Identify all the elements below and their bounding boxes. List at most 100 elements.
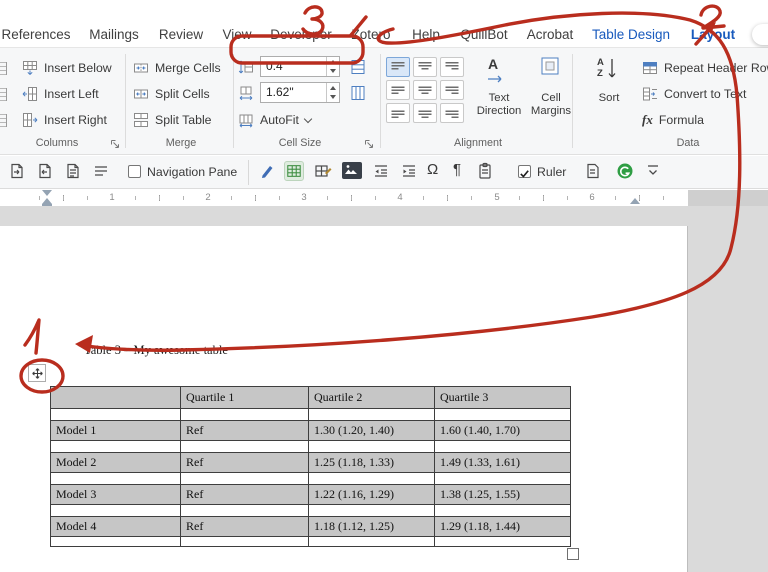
text-direction-icon[interactable]: [486, 74, 506, 84]
sort-button[interactable]: A Z: [597, 57, 617, 81]
table-cell[interactable]: 1.60 (1.40, 1.70): [434, 420, 571, 441]
view-gridlines-button[interactable]: [284, 161, 304, 181]
text-direction-label-2[interactable]: Direction: [477, 105, 522, 117]
table-gap-cell[interactable]: [180, 536, 309, 547]
align-center-right-button[interactable]: [440, 80, 464, 100]
table-cell[interactable]: Ref: [180, 484, 309, 505]
table-resize-handle[interactable]: [567, 548, 579, 560]
table-cell[interactable]: 1.25 (1.18, 1.33): [308, 452, 435, 473]
table-cell[interactable]: 1.38 (1.25, 1.55): [434, 484, 571, 505]
align-top-right-button[interactable]: [440, 57, 464, 77]
decrease-indent-icon[interactable]: [372, 162, 390, 180]
right-indent-marker[interactable]: [630, 198, 640, 204]
table-header-cell[interactable]: [50, 386, 181, 409]
column-width-input[interactable]: 1.62": [260, 82, 340, 103]
table-draw-icon[interactable]: [314, 162, 332, 180]
table-cell[interactable]: Model 3: [50, 484, 181, 505]
tab-view[interactable]: View: [222, 27, 251, 42]
distribute-rows-icon[interactable]: [350, 59, 366, 75]
table-header-cell[interactable]: Quartile 2: [308, 386, 435, 409]
align-center-button[interactable]: [413, 80, 437, 100]
navigation-pane-label[interactable]: Navigation Pane: [147, 165, 237, 179]
navigation-pane-checkbox[interactable]: [128, 165, 141, 178]
table-cell[interactable]: Model 1: [50, 420, 181, 441]
table-gap-cell[interactable]: [434, 408, 571, 421]
tab-table-design[interactable]: Table Design: [592, 27, 670, 42]
formula-button[interactable]: fx Formula: [642, 109, 704, 131]
table-gap-cell[interactable]: [308, 472, 435, 485]
table-gap-cell[interactable]: [180, 408, 309, 421]
clipboard-icon[interactable]: [476, 162, 494, 180]
first-line-indent-marker[interactable]: [42, 190, 52, 196]
tab-help[interactable]: Help: [412, 27, 440, 42]
tab-acrobat[interactable]: Acrobat: [527, 27, 574, 42]
convert-to-text-button[interactable]: Convert to Text: [642, 83, 746, 105]
merge-cells-button[interactable]: Merge Cells: [133, 57, 221, 79]
tab-developer[interactable]: Developer: [270, 27, 332, 42]
row-height-input[interactable]: 0.4": [260, 56, 340, 77]
tab-mailings[interactable]: Mailings: [89, 27, 139, 42]
ruler-checkbox[interactable]: [518, 165, 531, 178]
table-header-cell[interactable]: Quartile 3: [434, 386, 571, 409]
table-gap-cell[interactable]: [308, 440, 435, 453]
column-width-stepper[interactable]: [326, 83, 339, 102]
cell-margins-label-1[interactable]: Cell: [541, 92, 560, 104]
insert-left-button[interactable]: Insert Left: [22, 83, 99, 105]
table-gap-cell[interactable]: [180, 504, 309, 517]
horizontal-ruler[interactable]: 1 2 3 4 5 6: [0, 190, 768, 207]
align-top-center-button[interactable]: [413, 57, 437, 77]
insert-right-button[interactable]: Insert Right: [22, 109, 107, 131]
table-gap-cell[interactable]: [50, 536, 181, 547]
tab-zotero[interactable]: Zotero: [351, 27, 390, 42]
table-gap-cell[interactable]: [308, 504, 435, 517]
table-cell[interactable]: 1.22 (1.16, 1.29): [308, 484, 435, 505]
table-gap-cell[interactable]: [50, 472, 181, 485]
stepper-down-icon[interactable]: [327, 67, 339, 77]
stepper-down-icon[interactable]: [327, 93, 339, 103]
table-gap-cell[interactable]: [180, 472, 309, 485]
import-page-icon[interactable]: [36, 162, 54, 180]
cell-size-dialog-launcher-icon[interactable]: [364, 139, 374, 149]
toolbar-overflow-icon[interactable]: [644, 162, 662, 180]
table-cell[interactable]: 1.29 (1.18, 1.44): [434, 516, 571, 537]
cell-margins-icon[interactable]: [540, 56, 560, 76]
table-caption[interactable]: Table 3 – My awesome table: [84, 343, 228, 358]
repeat-header-rows-button[interactable]: Repeat Header Rows: [642, 57, 768, 79]
table-cell[interactable]: 1.49 (1.33, 1.61): [434, 452, 571, 473]
table-header-cell[interactable]: Quartile 1: [180, 386, 309, 409]
split-cells-button[interactable]: Split Cells: [133, 83, 210, 105]
document-text-icon[interactable]: [64, 162, 82, 180]
table-gap-cell[interactable]: [434, 440, 571, 453]
table-gap-cell[interactable]: [434, 472, 571, 485]
document-table[interactable]: Quartile 1 Quartile 2 Quartile 3 Model 1…: [50, 386, 571, 547]
column-width-value[interactable]: 1.62": [261, 83, 326, 102]
table-cell[interactable]: Ref: [180, 516, 309, 537]
align-bottom-center-button[interactable]: [413, 103, 437, 123]
table-cell[interactable]: 1.18 (1.12, 1.25): [308, 516, 435, 537]
align-bottom-left-button[interactable]: [386, 103, 410, 123]
row-height-stepper[interactable]: [326, 57, 339, 76]
page-badge-icon[interactable]: [584, 162, 602, 180]
table-gap-cell[interactable]: [50, 440, 181, 453]
distribute-columns-icon[interactable]: [350, 85, 366, 101]
table-cell[interactable]: Ref: [180, 420, 309, 441]
sort-label[interactable]: Sort: [599, 92, 620, 104]
pilcrow-icon[interactable]: ¶: [453, 161, 461, 178]
row-height-value[interactable]: 0.4": [261, 57, 326, 76]
split-table-button[interactable]: Split Table: [133, 109, 212, 131]
increase-indent-icon[interactable]: [400, 162, 418, 180]
table-gap-cell[interactable]: [50, 408, 181, 421]
align-bottom-right-button[interactable]: [440, 103, 464, 123]
align-top-left-button[interactable]: [386, 57, 410, 77]
picture-icon[interactable]: [342, 162, 362, 179]
table-cell[interactable]: Model 2: [50, 452, 181, 473]
cropped-top-right-button[interactable]: [752, 24, 768, 45]
line-spacing-icon[interactable]: [92, 162, 110, 180]
align-center-left-button[interactable]: [386, 80, 410, 100]
table-cell[interactable]: Model 4: [50, 516, 181, 537]
draw-pen-icon[interactable]: [258, 162, 276, 180]
grammarly-icon[interactable]: [616, 162, 634, 180]
export-page-icon[interactable]: [8, 162, 26, 180]
text-direction-label-1[interactable]: Text: [489, 92, 510, 104]
cell-margins-label-2[interactable]: Margins: [531, 105, 571, 117]
